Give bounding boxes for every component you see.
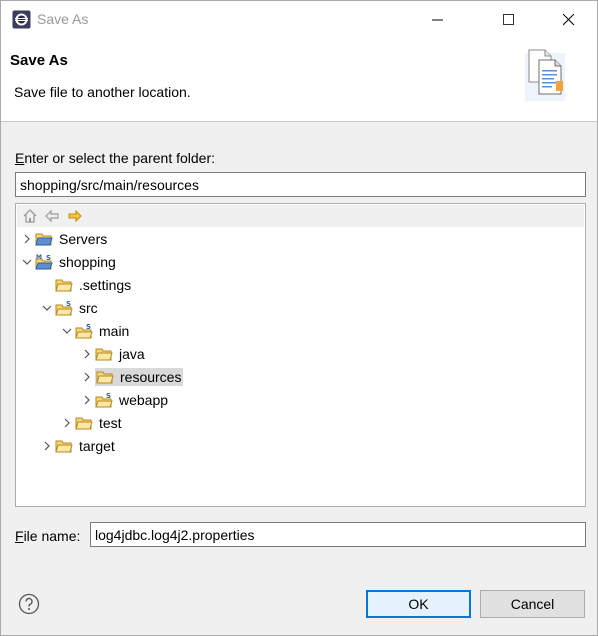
tree-item-webapp[interactable]: S webapp (79, 389, 170, 411)
tree-item-resources[interactable]: resources (79, 366, 184, 388)
window-title: Save As (37, 11, 89, 27)
tree-item-label: .settings (79, 277, 132, 293)
close-icon (563, 14, 575, 26)
tree-item-label: src (79, 300, 98, 316)
close-button[interactable] (546, 1, 592, 39)
parent-folder-input[interactable] (15, 172, 586, 197)
chevron-down-icon[interactable] (19, 254, 35, 270)
banner-description: Save file to another location. (14, 84, 191, 100)
tree-item-label: webapp (119, 392, 169, 408)
svg-text:M: M (36, 254, 42, 261)
help-icon[interactable] (18, 593, 40, 615)
svg-text:S: S (106, 392, 111, 400)
tree-item-servers[interactable]: Servers (19, 228, 109, 250)
tree-item-label: main (99, 323, 130, 339)
tree-item-label: shopping (59, 254, 116, 270)
minimize-button[interactable] (415, 1, 461, 39)
tree-item-src[interactable]: S src (39, 297, 100, 319)
dialog-banner: Save As Save file to another location. (1, 39, 597, 122)
folder-tree[interactable]: Servers M S shopping .settings S src S m… (15, 203, 586, 507)
folder-icon (95, 348, 113, 361)
banner-title: Save As (10, 52, 68, 69)
ok-button[interactable]: OK (366, 590, 471, 618)
maven-project-icon: M S (35, 254, 53, 270)
tree-item-settings[interactable]: .settings (39, 274, 133, 296)
chevron-down-icon[interactable] (59, 323, 75, 339)
chevron-right-icon[interactable] (79, 369, 95, 385)
tree-item-shopping[interactable]: M S shopping (19, 251, 118, 273)
chevron-down-icon[interactable] (39, 300, 55, 316)
source-folder-icon: S (95, 392, 113, 408)
tree-item-label: test (99, 415, 122, 431)
chevron-right-icon[interactable] (39, 438, 55, 454)
chevron-right-icon[interactable] (19, 231, 35, 247)
eclipse-app-icon (12, 10, 31, 29)
maximize-icon (503, 14, 514, 25)
maximize-button[interactable] (486, 1, 532, 39)
file-name-input[interactable] (90, 522, 586, 547)
svg-text:S: S (86, 323, 91, 331)
documents-icon (525, 49, 565, 101)
tree-item-target[interactable]: target (39, 435, 117, 457)
minimize-icon (432, 19, 443, 21)
tree-item-label: target (79, 438, 115, 454)
home-icon[interactable] (22, 208, 38, 224)
folder-icon (55, 440, 73, 453)
folder-icon (75, 417, 93, 430)
chevron-right-icon[interactable] (79, 392, 95, 408)
folder-icon (96, 371, 114, 384)
svg-text:S: S (66, 300, 71, 308)
selected-highlight: resources (95, 368, 184, 386)
back-arrow-icon[interactable] (44, 208, 60, 224)
tree-item-test[interactable]: test (59, 412, 124, 434)
folder-icon (35, 233, 53, 246)
tree-item-java[interactable]: java (79, 343, 147, 365)
chevron-right-icon[interactable] (59, 415, 75, 431)
chevron-right-icon[interactable] (79, 346, 95, 362)
source-folder-icon: S (75, 323, 93, 339)
parent-folder-label: Enter or select the parent folder: (15, 150, 216, 166)
tree-toolbar (17, 205, 584, 227)
tree-item-label: Servers (59, 231, 108, 247)
source-folder-icon: S (55, 300, 73, 316)
folder-icon (55, 279, 73, 292)
tree-item-label: java (119, 346, 145, 362)
title-bar: Save As (1, 1, 597, 39)
save-as-dialog: Save As Save As Save file to another loc… (0, 0, 598, 636)
svg-text:S: S (46, 254, 51, 262)
file-name-label: File name: (15, 528, 81, 544)
forward-arrow-icon[interactable] (67, 208, 83, 224)
tree-item-label: resources (120, 369, 182, 385)
tree-item-main[interactable]: S main (59, 320, 131, 342)
cancel-button[interactable]: Cancel (480, 590, 585, 618)
